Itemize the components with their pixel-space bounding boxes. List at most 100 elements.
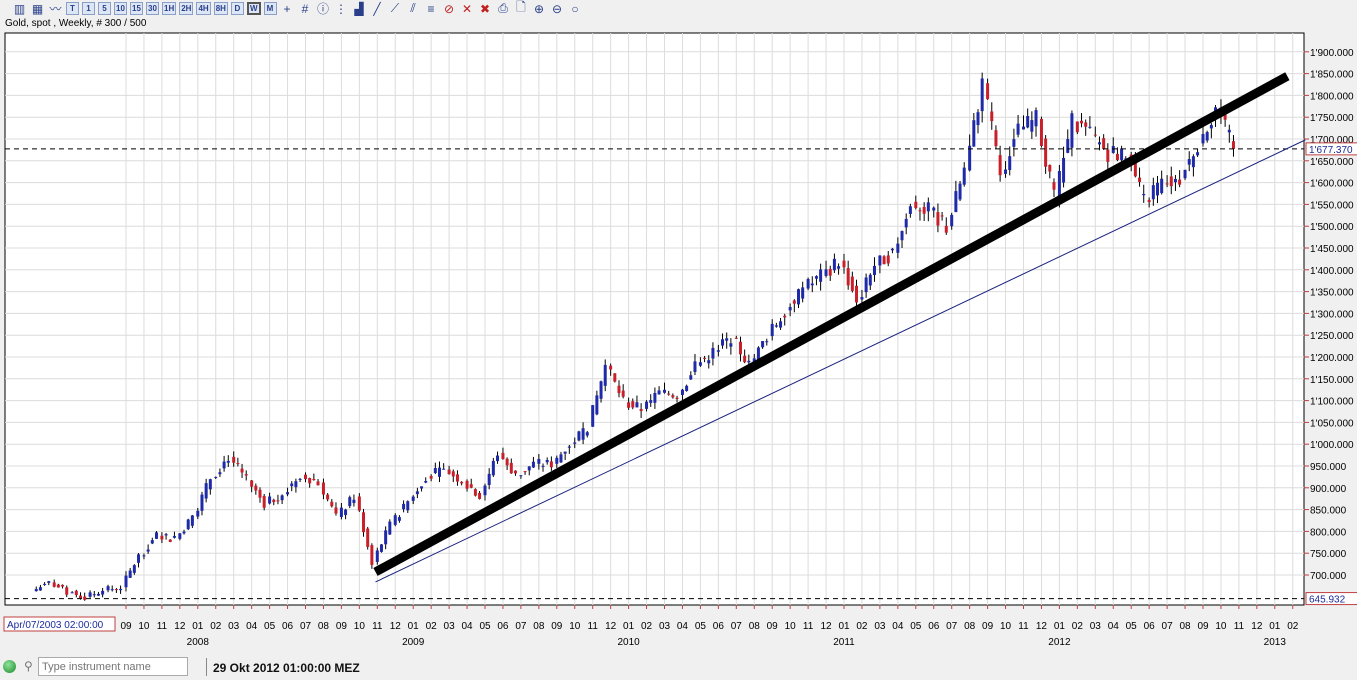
candle-body — [882, 256, 886, 265]
delete-all-icon[interactable]: ✖ — [478, 2, 493, 16]
trendline-icon[interactable]: ⟋ — [388, 1, 403, 15]
timeframe-15-button[interactable]: 15 — [130, 2, 143, 15]
x-tick-label: 05 — [910, 621, 922, 632]
y-tick-label: 750.000 — [1310, 549, 1347, 560]
zoom-reset-icon[interactable]: ○ — [568, 2, 583, 16]
indicator-icon[interactable]: ⋮ — [334, 2, 349, 16]
candle-body — [603, 364, 607, 386]
candle-body — [61, 584, 65, 587]
instrument-search-input[interactable] — [38, 657, 188, 676]
line-chart-icon[interactable]: 〰 — [48, 2, 63, 16]
crosshair-icon[interactable]: + — [280, 2, 295, 16]
candle-body — [56, 584, 60, 588]
timeframe-8h-button[interactable]: 8H — [213, 2, 228, 15]
candle-body — [940, 215, 944, 217]
timeframe-m-button[interactable]: M — [263, 2, 277, 15]
candle-body — [411, 496, 415, 501]
candle-body — [298, 478, 302, 480]
timeframe-30-button[interactable]: 30 — [146, 2, 159, 15]
candle-body — [810, 283, 814, 286]
candle-body — [308, 478, 312, 484]
grid-icon[interactable]: # — [298, 2, 313, 16]
plot-area[interactable] — [4, 32, 1305, 606]
candle-body — [972, 120, 976, 147]
candle-body — [980, 78, 984, 112]
candle-body — [222, 461, 226, 469]
delete-icon[interactable]: ✕ — [460, 2, 475, 16]
timeframe-4h-button[interactable]: 4H — [196, 2, 211, 15]
x-tick-label: 04 — [677, 621, 689, 632]
timeframe-d-button[interactable]: D — [230, 2, 244, 15]
x-tick-label: 10 — [354, 621, 366, 632]
y-tick-label: 1'750.000 — [1310, 113, 1354, 124]
x-tick-label: 02 — [210, 621, 222, 632]
candle-body — [904, 218, 908, 228]
print-preview-icon[interactable]: 🗋 — [514, 0, 529, 15]
candle-body — [88, 592, 92, 597]
candle-body — [182, 531, 186, 534]
candle-body — [990, 111, 994, 122]
print-icon[interactable]: ⎙ — [496, 1, 511, 15]
bar-chart-icon[interactable]: ▦ — [30, 2, 45, 16]
volume-icon[interactable]: ▟ — [352, 2, 367, 16]
timeframe-1-button[interactable]: 1 — [82, 2, 95, 15]
candle-body — [1022, 126, 1025, 130]
x-tick-label: 09 — [982, 621, 994, 632]
draw-line-icon[interactable]: ╱ — [370, 2, 385, 16]
candle-body — [747, 360, 751, 363]
divider — [206, 658, 207, 676]
candle-body — [262, 496, 266, 508]
price-label: 645.932 — [1309, 595, 1346, 606]
candle-body — [357, 496, 361, 511]
timeframe-1h-button[interactable]: 1H — [162, 2, 177, 15]
candle-body — [734, 337, 738, 339]
y-tick-label: 1'600.000 — [1310, 179, 1354, 190]
x-year-label: 2011 — [833, 637, 855, 648]
candle-body — [559, 454, 563, 463]
candle-body — [1201, 133, 1205, 144]
x-year-label: 2012 — [1048, 637, 1071, 648]
x-tick-label: 08 — [318, 621, 330, 632]
candle-body — [631, 401, 635, 408]
candle-body — [855, 285, 859, 303]
x-tick-label: 03 — [228, 621, 240, 632]
candle-body — [1205, 132, 1209, 141]
candlestick-icon[interactable]: ▥ — [12, 2, 27, 16]
timeframe-w-button[interactable]: W — [246, 2, 261, 15]
timeframe-2h-button[interactable]: 2H — [179, 2, 194, 15]
candle-body — [334, 507, 338, 514]
timeframe-10-button[interactable]: 10 — [114, 2, 127, 15]
y-tick-label: 1'400.000 — [1310, 266, 1354, 277]
candle-body — [864, 277, 868, 293]
info-icon[interactable]: ⓘ — [316, 2, 331, 16]
candle-body — [828, 268, 832, 276]
timeframe-t-button[interactable]: T — [66, 2, 79, 15]
delete-drawing-icon[interactable]: ⊘ — [442, 2, 457, 16]
x-tick-label: 05 — [264, 621, 276, 632]
x-tick-label: 03 — [659, 621, 671, 632]
candle-body — [1026, 116, 1030, 128]
x-tick-label: 12 — [820, 621, 832, 632]
x-tick-label: 08 — [749, 621, 761, 632]
zoom-out-icon[interactable]: ⊖ — [550, 2, 565, 16]
x-tick-label: 03 — [1090, 621, 1102, 632]
zoom-in-icon[interactable]: ⊕ — [532, 2, 547, 16]
candle-body — [774, 325, 778, 327]
candle-body — [513, 470, 517, 474]
price-chart[interactable]: 09 10 11 12 01 02 03 04 05 06 07 08 09 10 11 12 01 02 03 04… — [0, 30, 1357, 652]
candle-body — [729, 343, 733, 347]
candle-body — [52, 582, 56, 587]
candle-body — [276, 500, 280, 502]
candle-body — [447, 469, 451, 475]
y-tick-label: 1'350.000 — [1310, 288, 1354, 299]
channel-icon[interactable]: ⫽ — [406, 1, 421, 15]
candle-body — [362, 512, 366, 533]
candle-body — [725, 338, 729, 341]
candle-body — [473, 489, 477, 496]
candle-body — [218, 472, 222, 475]
x-tick-label: 06 — [1144, 621, 1156, 632]
fib-icon[interactable]: ≡ — [424, 2, 439, 16]
candle-body — [922, 206, 926, 214]
candle-body — [1093, 134, 1097, 136]
timeframe-5-button[interactable]: 5 — [98, 2, 111, 15]
